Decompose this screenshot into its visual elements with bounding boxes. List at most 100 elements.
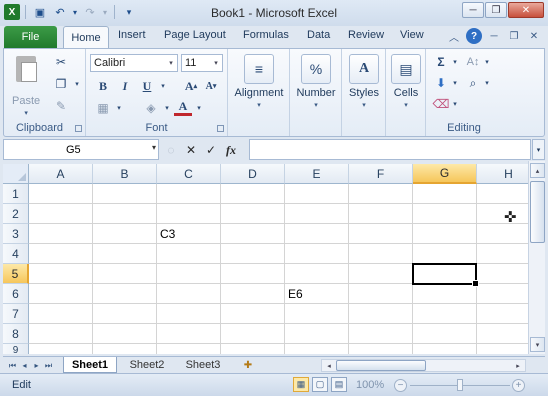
insert-function-icon[interactable]: fx [223, 143, 239, 158]
name-box-dropdown-icon[interactable]: ▾ [152, 143, 156, 152]
zoom-out-icon[interactable]: − [394, 379, 407, 392]
font-color-dropdown-icon[interactable]: ▾ [190, 99, 208, 117]
sheet-tab-sheet3[interactable]: Sheet3 [177, 357, 229, 373]
autosum-dropdown-icon[interactable]: ▾ [446, 53, 464, 71]
vertical-scroll-thumb[interactable] [530, 181, 545, 243]
prev-sheet-icon[interactable]: ◂ [19, 359, 30, 372]
column-header-f[interactable]: F [349, 164, 413, 184]
italic-icon[interactable]: I [116, 77, 134, 95]
cell-e6[interactable]: E6 [285, 284, 349, 304]
horizontal-scroll-thumb[interactable] [336, 360, 426, 371]
format-painter-icon[interactable]: ✎ [52, 97, 70, 115]
sheet-tab-sheet1[interactable]: Sheet1 [63, 357, 117, 373]
cell-c3[interactable]: C3 [157, 224, 221, 244]
last-sheet-icon[interactable]: ⏭ [43, 359, 54, 372]
row-header-6[interactable]: 6 [3, 284, 29, 304]
copy-dropdown-icon[interactable]: ▾ [68, 75, 86, 93]
next-sheet-icon[interactable]: ▸ [31, 359, 42, 372]
number-dropdown-icon[interactable]: ▾ [314, 101, 318, 109]
tab-formulas[interactable]: Formulas [243, 29, 289, 41]
column-header-h[interactable]: H [477, 164, 528, 184]
restore-button[interactable]: ❐ [485, 2, 507, 18]
alignment-dropdown-icon[interactable]: ▾ [257, 101, 261, 109]
scroll-up-icon[interactable]: ▴ [530, 163, 545, 178]
insert-worksheet-icon[interactable]: ✚ [239, 358, 257, 372]
close-button[interactable]: ✕ [508, 2, 544, 18]
cancel-entry-icon[interactable]: ✕ [183, 143, 199, 157]
zoom-slider-thumb[interactable] [457, 379, 463, 391]
minimize-button[interactable]: ─ [462, 2, 484, 18]
scroll-right-icon[interactable]: ▸ [512, 360, 524, 371]
name-box[interactable]: G5 ▾ [3, 139, 159, 160]
tab-page-layout[interactable]: Page Layout [164, 29, 226, 41]
column-header-d[interactable]: D [221, 164, 285, 184]
paste-button[interactable]: Paste ▾ [12, 53, 40, 117]
formula-input[interactable] [249, 139, 531, 160]
cells-dropdown-icon[interactable]: ▾ [404, 101, 408, 109]
styles-dropdown-icon[interactable]: ▾ [362, 101, 366, 109]
row-header-5[interactable]: 5 [3, 264, 29, 284]
help-icon[interactable]: ? [466, 28, 482, 44]
font-name-dropdown-icon[interactable]: ▾ [165, 55, 177, 71]
row-header-4[interactable]: 4 [3, 244, 29, 264]
paste-dropdown-icon[interactable]: ▾ [24, 109, 28, 117]
active-cell-g5[interactable] [412, 263, 479, 287]
scroll-down-icon[interactable]: ▾ [530, 337, 545, 352]
clear-dropdown-icon[interactable]: ▾ [446, 95, 464, 113]
fill-dropdown-icon[interactable]: ▾ [446, 74, 464, 92]
normal-view-icon[interactable]: ▦ [293, 377, 309, 392]
workbook-restore-icon[interactable]: ❐ [506, 28, 522, 44]
styles-button[interactable]: A Styles ▾ [345, 54, 383, 109]
bold-icon[interactable]: B [94, 77, 112, 95]
font-launcher-icon[interactable] [217, 125, 224, 132]
scroll-left-icon[interactable]: ◂ [323, 360, 335, 371]
borders-dropdown-icon[interactable]: ▾ [110, 99, 128, 117]
column-header-b[interactable]: B [93, 164, 157, 184]
horizontal-scrollbar[interactable]: ◂ ▸ [321, 359, 526, 372]
row-header-3[interactable]: 3 [3, 224, 29, 244]
worksheet-grid[interactable]: A B C D E F G H 1 2 3 4 5 6 7 8 9 C3 E6 … [3, 164, 528, 354]
tab-data[interactable]: Data [307, 29, 330, 41]
page-break-view-icon[interactable]: ▤ [331, 377, 347, 392]
column-header-a[interactable]: A [29, 164, 93, 184]
first-sheet-icon[interactable]: ⏮ [7, 359, 18, 372]
cells-button[interactable]: ▤ Cells ▾ [388, 54, 424, 109]
number-button[interactable]: % Number ▾ [293, 54, 339, 109]
enter-entry-icon[interactable]: ✓ [203, 143, 219, 157]
row-header-8[interactable]: 8 [3, 324, 29, 344]
page-layout-view-icon[interactable]: ▢ [312, 377, 328, 392]
clipboard-launcher-icon[interactable] [75, 125, 82, 132]
column-header-g[interactable]: G [413, 164, 477, 184]
sheet-tab-sheet2[interactable]: Sheet2 [121, 357, 173, 373]
sort-filter-dropdown-icon[interactable]: ▾ [478, 53, 496, 71]
tab-home[interactable]: Home [63, 26, 109, 49]
underline-dropdown-icon[interactable]: ▾ [154, 77, 172, 95]
font-size-combo[interactable]: 11 ▾ [181, 54, 223, 72]
font-name-combo[interactable]: Calibri ▾ [90, 54, 178, 72]
grow-font-icon[interactable]: A ▴ [182, 77, 200, 95]
workbook-close-icon[interactable]: ✕ [526, 28, 542, 44]
column-header-e[interactable]: E [285, 164, 349, 184]
row-header-1[interactable]: 1 [3, 184, 29, 204]
formula-bar-grip-icon[interactable]: ◌ [163, 143, 179, 157]
row-header-9[interactable]: 9 [3, 344, 29, 354]
zoom-in-icon[interactable]: + [512, 379, 525, 392]
select-all-button[interactable] [3, 164, 29, 184]
tab-insert[interactable]: Insert [118, 29, 146, 41]
row-header-7[interactable]: 7 [3, 304, 29, 324]
alignment-button[interactable]: ≡ Alignment ▾ [233, 54, 285, 109]
cut-icon[interactable]: ✂ [52, 53, 70, 71]
vertical-scrollbar[interactable]: ▴ ▾ [528, 161, 545, 354]
zoom-level[interactable]: 100% [356, 379, 384, 391]
font-size-dropdown-icon[interactable]: ▾ [210, 55, 222, 71]
row-header-2[interactable]: 2 [3, 204, 29, 224]
column-header-c[interactable]: C [157, 164, 221, 184]
tab-view[interactable]: View [400, 29, 424, 41]
find-select-dropdown-icon[interactable]: ▾ [478, 74, 496, 92]
expand-formula-bar-icon[interactable]: ▾ [532, 139, 545, 160]
shrink-font-icon[interactable]: A ▾ [202, 77, 220, 95]
workbook-minimize-icon[interactable]: ─ [486, 28, 502, 44]
minimize-ribbon-icon[interactable]: ︿ [446, 28, 462, 44]
tab-review[interactable]: Review [348, 29, 384, 41]
tab-file[interactable]: File [4, 26, 57, 48]
